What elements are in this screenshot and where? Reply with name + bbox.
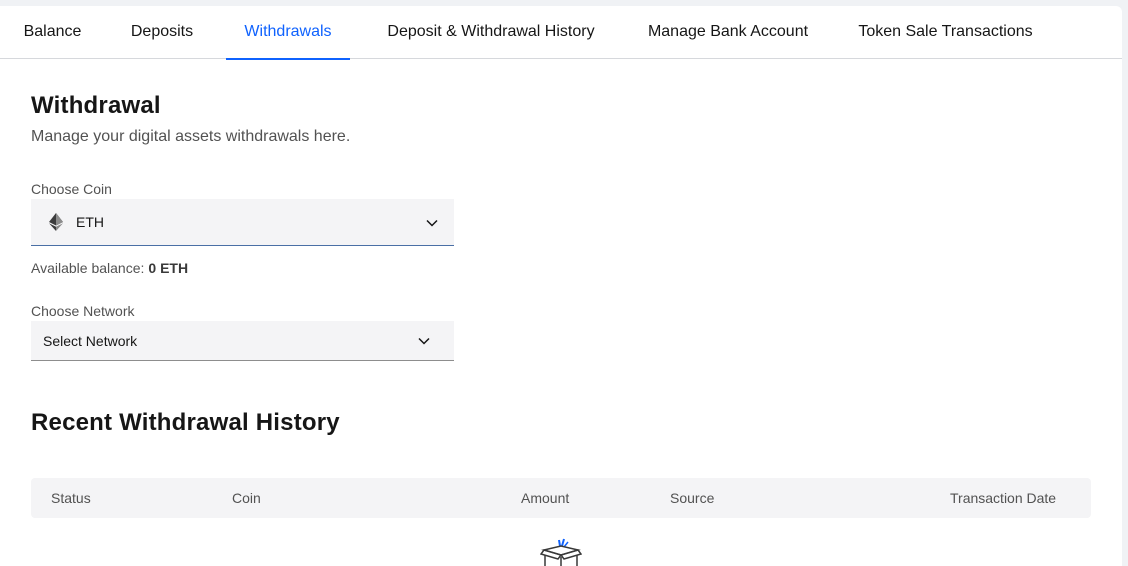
- tab-deposits[interactable]: Deposits: [130, 6, 194, 59]
- ethereum-icon: [49, 213, 63, 231]
- choose-network-label: Choose Network: [31, 303, 135, 319]
- network-select-value: Select Network: [43, 333, 138, 349]
- column-header-amount: Amount: [521, 490, 570, 506]
- tab-balance[interactable]: Balance: [23, 6, 82, 59]
- tab-withdrawals[interactable]: Withdrawals: [226, 6, 350, 60]
- column-header-status: Status: [51, 490, 91, 506]
- choose-coin-label: Choose Coin: [31, 181, 112, 197]
- column-header-source: Source: [670, 490, 715, 506]
- column-header-transaction-date: Transaction Date: [950, 490, 1057, 506]
- available-balance-label: Available balance:: [31, 260, 145, 276]
- wallet-tabs: Balance Deposits Withdrawals Deposit & W…: [0, 6, 1122, 60]
- page-title: Withdrawal: [31, 92, 161, 119]
- available-balance-amount: 0 ETH: [148, 260, 189, 276]
- tab-manage-bank-account[interactable]: Manage Bank Account: [647, 6, 809, 59]
- column-header-coin: Coin: [232, 490, 261, 506]
- empty-box-icon: [540, 538, 582, 566]
- chevron-down-icon: [418, 337, 430, 345]
- tab-token-sale-transactions[interactable]: Token Sale Transactions: [857, 6, 1034, 59]
- available-balance: Available balance: 0 ETH: [31, 260, 188, 276]
- page-subtitle: Manage your digital assets withdrawals h…: [31, 128, 351, 145]
- coin-select-value: ETH: [76, 214, 104, 230]
- coin-select[interactable]: ETH: [31, 199, 454, 246]
- wallet-card: Balance Deposits Withdrawals Deposit & W…: [0, 6, 1122, 566]
- tab-deposit-withdrawal-history[interactable]: Deposit & Withdrawal History: [383, 6, 599, 59]
- chevron-down-icon: [426, 219, 438, 227]
- network-select[interactable]: Select Network: [31, 321, 454, 361]
- history-table-header: Status Coin Amount Source Transaction Da…: [31, 478, 1091, 518]
- recent-withdrawal-history-title: Recent Withdrawal History: [31, 409, 340, 436]
